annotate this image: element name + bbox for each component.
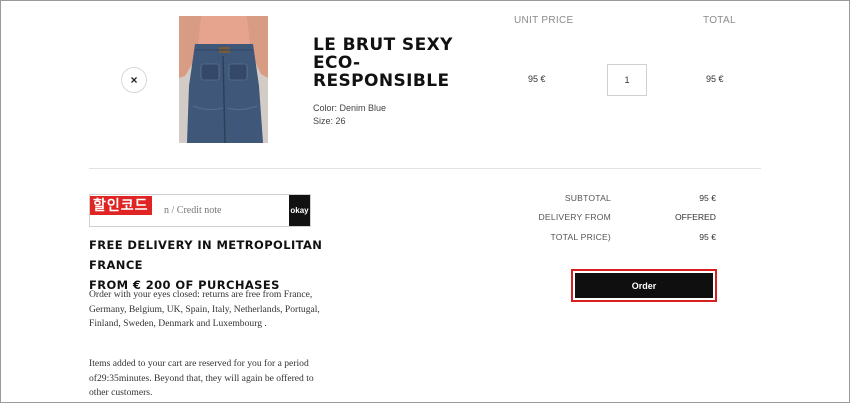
unit-price-value: 95 € [528,74,546,84]
product-image[interactable] [179,16,268,143]
unit-price-header: UNIT PRICE [514,15,574,26]
delivery-label: DELIVERY FROM [538,212,611,222]
subtotal-label: SUBTOTAL [564,193,611,203]
order-button[interactable]: Order [575,273,713,298]
product-title[interactable]: LE BRUT SEXY ECO-RESPONSIBLE [313,36,453,90]
reservation-text: Items added to your cart are reserved fo… [89,358,314,398]
quantity-input[interactable]: 1 [607,64,647,96]
apply-code-button[interactable]: okay [289,195,310,226]
jeans-photo-illustration [179,16,268,143]
returns-text: Order with your eyes closed: returns are… [89,289,320,329]
discount-code-annotation: 할인코드 [90,196,152,215]
product-color: Color: Denim Blue [313,103,387,113]
free-delivery-heading: FREE DELIVERY IN METROPOLITAN FRANCE FRO… [89,235,349,295]
total-price-label: TOTAL PRICE) [550,232,611,242]
line-total-value: 95 € [706,74,724,84]
free-delivery-line-1: FREE DELIVERY IN METROPOLITAN FRANCE [89,238,323,272]
close-icon: × [130,73,138,87]
total-header: TOTAL [703,15,736,26]
quantity-value: 1 [624,75,630,85]
remove-item-button[interactable]: × [121,67,147,93]
divider [89,168,761,169]
total-price-value: 95 € [699,232,716,242]
subtotal-value: 95 € [699,193,716,203]
delivery-value: OFFERED [674,212,716,222]
product-size: Size: 26 [313,116,346,126]
